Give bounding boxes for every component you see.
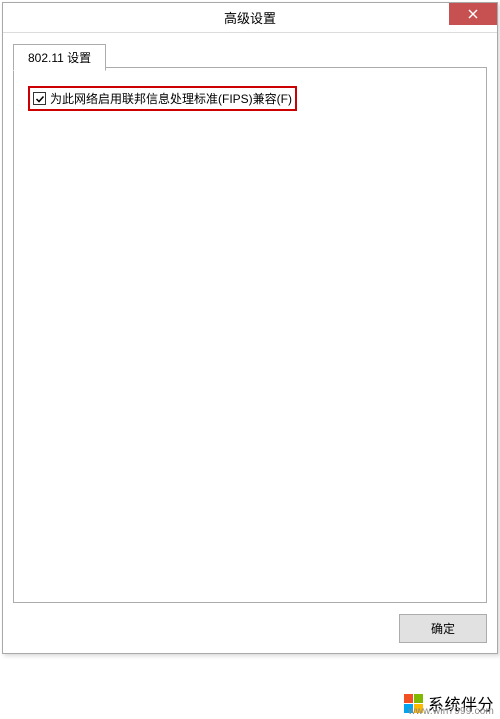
watermark-url: www.win7999.com <box>408 706 494 717</box>
fips-checkbox-label[interactable]: 为此网络启用联邦信息处理标准(FIPS)兼容(F) <box>50 90 292 107</box>
checkmark-icon <box>35 94 45 104</box>
tab-panel: 为此网络启用联邦信息处理标准(FIPS)兼容(F) <box>13 67 487 603</box>
tab-header: 802.11 设置 <box>13 43 487 67</box>
close-icon <box>468 9 478 19</box>
advanced-settings-dialog: 高级设置 802.11 设置 为此网络启用联邦信息处理标准(FIPS) <box>2 2 498 654</box>
dialog-title: 高级设置 <box>224 8 276 27</box>
titlebar: 高级设置 <box>3 3 497 33</box>
fips-checkbox-row: 为此网络启用联邦信息处理标准(FIPS)兼容(F) <box>28 86 297 111</box>
close-button[interactable] <box>449 3 497 25</box>
tab-container: 802.11 设置 为此网络启用联邦信息处理标准(FIPS)兼容(F) <box>13 43 487 603</box>
fips-checkbox[interactable] <box>33 92 46 105</box>
dialog-footer: 确定 <box>399 614 487 643</box>
dialog-content: 802.11 设置 为此网络启用联邦信息处理标准(FIPS)兼容(F) 确定 <box>3 33 497 653</box>
tab-80211-settings[interactable]: 802.11 设置 <box>13 44 106 71</box>
ok-button[interactable]: 确定 <box>399 614 487 643</box>
watermark: 系统伴分 www.win7999.com <box>404 691 494 715</box>
